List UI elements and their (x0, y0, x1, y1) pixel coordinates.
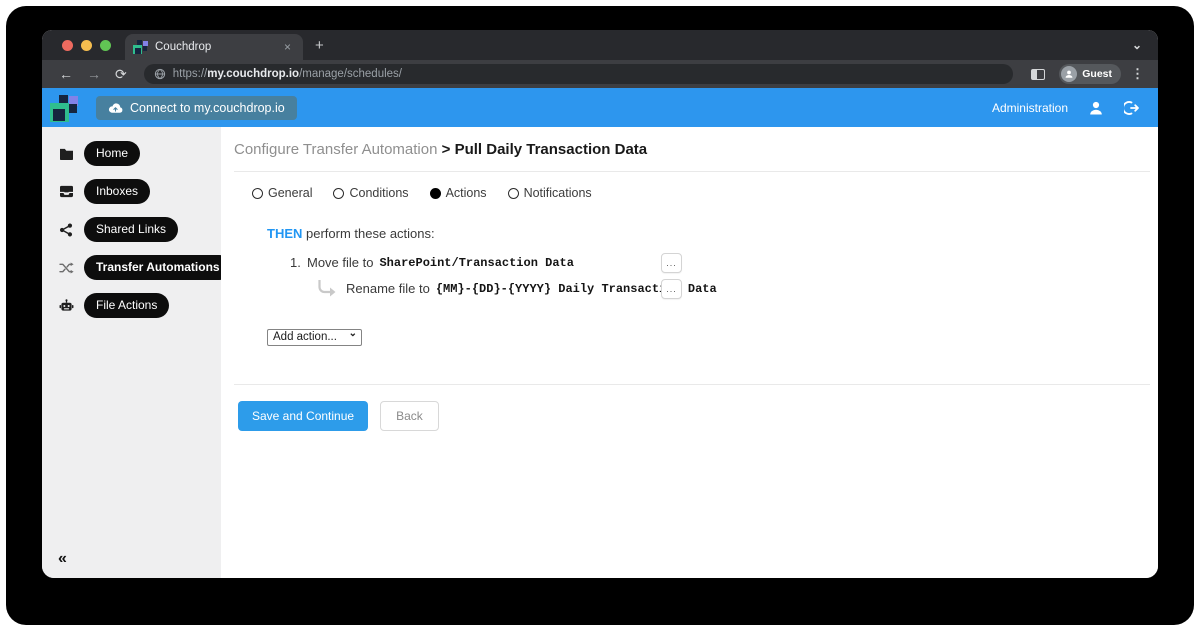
address-bar[interactable]: https://my.couchdrop.io/manage/schedules… (144, 64, 1014, 84)
new-tab-icon[interactable]: + (315, 37, 324, 54)
browser-window: Couchdrop × + ⌄ ← → ⟳ https://my.couchdr… (42, 30, 1158, 578)
main-content: Configure Transfer Automation > Pull Dai… (221, 127, 1158, 578)
footer-divider (234, 384, 1150, 385)
then-keyword: THEN (267, 226, 302, 241)
app-header: Connect to my.couchdrop.io Administratio… (42, 88, 1158, 127)
administration-link[interactable]: Administration (992, 101, 1068, 115)
action-move-destination: SharePoint/Transaction Data (379, 256, 573, 270)
profile-button[interactable]: Guest (1059, 64, 1121, 84)
sidebar-item-file-actions[interactable]: File Actions (42, 293, 221, 318)
sidebar-label-transfer-automations: Transfer Automations (84, 255, 232, 280)
url-domain: my.couchdrop.io (207, 68, 299, 80)
share-nodes-icon (58, 222, 74, 238)
page-title: Configure Transfer Automation > Pull Dai… (234, 141, 1150, 158)
step-conditions[interactable]: Conditions (333, 186, 408, 200)
connect-button-label: Connect to my.couchdrop.io (130, 101, 285, 115)
logout-icon[interactable] (1124, 100, 1140, 116)
add-action-select[interactable]: Add action... (267, 329, 362, 346)
step-general-radio[interactable] (252, 188, 263, 199)
sidebar-item-transfer-automations[interactable]: Transfer Automations (42, 255, 221, 280)
step-actions-radio[interactable] (430, 188, 441, 199)
action-row-rename-file: Rename file to {MM}-{DD}-{YYYY} Daily Tr… (267, 280, 682, 297)
url-path: /manage/schedules/ (299, 68, 402, 80)
close-window-button[interactable] (62, 40, 73, 51)
sidebar-collapse-button[interactable]: « (58, 550, 67, 568)
browser-toolbar: ← → ⟳ https://my.couchdrop.io/manage/sch… (42, 60, 1158, 88)
elbow-arrow-icon (317, 280, 338, 297)
cloud-upload-icon (108, 102, 123, 114)
connect-button[interactable]: Connect to my.couchdrop.io (96, 96, 297, 120)
step-notifications[interactable]: Notifications (508, 186, 592, 200)
avatar-icon (1061, 66, 1077, 82)
add-action-select-wrap: Add action... ⌄ (267, 327, 362, 346)
step-actions[interactable]: Actions (430, 186, 487, 200)
inbox-icon (58, 184, 74, 200)
action-menu-button[interactable]: ... (661, 253, 682, 273)
traffic-lights (62, 40, 111, 51)
reload-icon[interactable]: ⟳ (108, 67, 134, 81)
browser-tab-couchdrop[interactable]: Couchdrop × (125, 34, 303, 60)
back-icon[interactable]: ← (52, 67, 80, 81)
side-panel-icon[interactable] (1031, 69, 1045, 80)
save-and-continue-button[interactable]: Save and Continue (238, 401, 368, 431)
couchdrop-logo (50, 93, 80, 123)
action-index: 1. (290, 255, 307, 270)
account-icon[interactable] (1088, 100, 1104, 116)
step-general[interactable]: General (252, 186, 312, 200)
sidebar-item-inboxes[interactable]: Inboxes (42, 179, 221, 204)
sidebar-item-shared-links[interactable]: Shared Links (42, 217, 221, 242)
folder-icon (58, 146, 74, 162)
breadcrumb-current: Pull Daily Transaction Data (455, 141, 648, 158)
wizard-steps: General Conditions Actions Notifications (234, 186, 1150, 200)
browser-menu-icon[interactable]: ⋮ (1127, 66, 1148, 82)
tab-title: Couchdrop (155, 41, 280, 53)
tab-search-chevron-icon[interactable]: ⌄ (1132, 38, 1142, 52)
sidebar-label-file-actions: File Actions (84, 293, 169, 318)
form-buttons: Save and Continue Back (234, 401, 1150, 431)
tab-close-icon[interactable]: × (280, 39, 295, 55)
profile-name: Guest (1082, 68, 1112, 80)
title-divider (234, 171, 1150, 172)
action-row-move-file: 1. Move file to SharePoint/Transaction D… (267, 255, 682, 270)
back-button[interactable]: Back (380, 401, 439, 431)
url-scheme: https:// (173, 68, 208, 80)
shuffle-icon (58, 260, 74, 276)
sidebar: Home Inboxes Shared Links Transfer Autom… (42, 127, 221, 578)
step-conditions-radio[interactable] (333, 188, 344, 199)
action-menu-button[interactable]: ... (661, 279, 682, 299)
minimize-window-button[interactable] (81, 40, 92, 51)
browser-tabstrip: Couchdrop × + ⌄ (42, 30, 1158, 60)
robot-icon (58, 298, 74, 314)
breadcrumb-separator: > (442, 141, 451, 158)
breadcrumb-parent: Configure Transfer Automation (234, 141, 437, 158)
couchdrop-favicon (133, 40, 148, 55)
actions-section: THEN perform these actions: 1. Move file… (234, 226, 1150, 297)
sidebar-item-home[interactable]: Home (42, 141, 221, 166)
then-statement: THEN perform these actions: (267, 226, 1150, 241)
maximize-window-button[interactable] (100, 40, 111, 51)
forward-icon[interactable]: → (80, 67, 108, 81)
step-notifications-radio[interactable] (508, 188, 519, 199)
sidebar-label-inboxes: Inboxes (84, 179, 150, 204)
sidebar-label-home: Home (84, 141, 140, 166)
sidebar-label-shared-links: Shared Links (84, 217, 178, 242)
globe-icon (154, 68, 166, 80)
